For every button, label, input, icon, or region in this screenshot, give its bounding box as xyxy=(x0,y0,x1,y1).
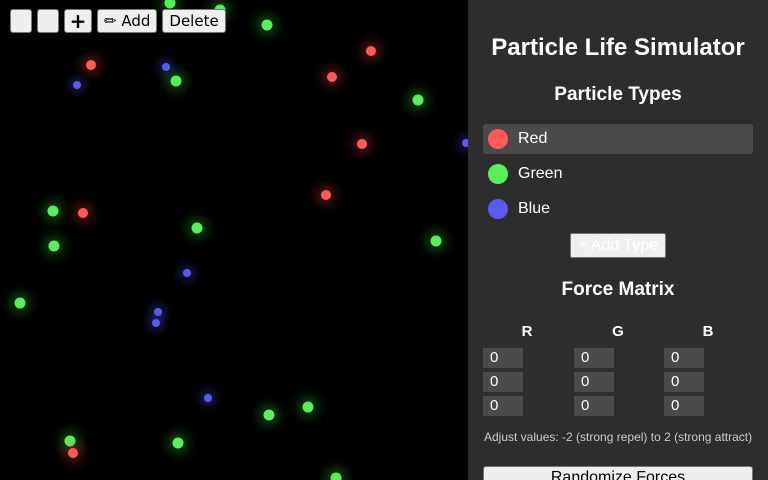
particle-green xyxy=(191,222,203,234)
particle-red xyxy=(78,208,88,218)
matrix-input[interactable] xyxy=(574,348,614,368)
matrix-input[interactable] xyxy=(664,372,704,392)
particle-red xyxy=(366,46,376,56)
type-item-blue[interactable]: Blue xyxy=(483,194,753,224)
particle-green xyxy=(263,409,275,421)
force-hint-text: Adjust values: -2 (strong repel) to 2 (s… xyxy=(484,430,753,444)
matrix-input[interactable] xyxy=(483,348,523,368)
type-item-red[interactable]: Red xyxy=(483,124,753,154)
particle-green xyxy=(47,205,59,217)
randomize-forces-button[interactable]: Randomize Forces xyxy=(483,466,753,480)
particle-types-heading: Particle Types xyxy=(554,84,682,105)
matrix-input[interactable] xyxy=(483,372,523,392)
force-matrix-heading: Force Matrix xyxy=(561,279,675,300)
toolbar: + ✏ Add Delete xyxy=(10,9,226,33)
particle-green xyxy=(170,75,182,87)
matrix-column-header: B xyxy=(702,323,714,340)
matrix-input[interactable] xyxy=(574,396,614,416)
add-mode-label: ✏ Add xyxy=(104,12,151,30)
color-swatch-icon xyxy=(488,199,508,219)
type-label: Green xyxy=(518,165,563,182)
add-particles-button[interactable]: + xyxy=(64,9,92,33)
matrix-column-header: R xyxy=(521,323,533,340)
type-item-green[interactable]: Green xyxy=(483,159,753,189)
control-panel: Particle Life Simulator Particle Types R… xyxy=(468,0,768,480)
particle-green xyxy=(261,19,273,31)
matrix-input[interactable] xyxy=(574,372,614,392)
type-label: Blue xyxy=(518,200,551,217)
particle-green xyxy=(48,240,60,252)
particle-blue xyxy=(204,394,212,402)
delete-mode-button[interactable]: Delete xyxy=(162,9,226,33)
particle-red xyxy=(68,448,78,458)
delete-mode-label: Delete xyxy=(169,12,219,30)
add-type-button[interactable]: + Add Type xyxy=(570,233,666,258)
particle-red xyxy=(86,60,96,70)
particle-red xyxy=(321,190,331,200)
reset-button[interactable] xyxy=(37,9,59,33)
color-swatch-icon xyxy=(488,164,508,184)
particle-green xyxy=(172,437,184,449)
particle-red xyxy=(327,72,337,82)
type-label: Red xyxy=(518,130,548,147)
color-swatch-icon xyxy=(488,129,508,149)
app-title: Particle Life Simulator xyxy=(491,34,745,61)
add-mode-button[interactable]: ✏ Add xyxy=(97,9,158,33)
matrix-input[interactable] xyxy=(483,396,523,416)
matrix-column-header: G xyxy=(612,323,624,340)
particle-blue xyxy=(152,319,160,327)
particle-green xyxy=(330,472,342,480)
simulation-canvas[interactable]: + ✏ Add Delete xyxy=(0,0,468,480)
pause-button[interactable] xyxy=(10,9,32,33)
particle-green xyxy=(430,235,442,247)
particle-green xyxy=(14,297,26,309)
matrix-input[interactable] xyxy=(664,348,704,368)
particle-green xyxy=(412,94,424,106)
particle-green xyxy=(164,0,176,9)
particle-green xyxy=(64,435,76,447)
particle-green xyxy=(302,401,314,413)
plus-icon: + xyxy=(69,9,87,33)
particle-blue xyxy=(183,269,191,277)
particle-blue xyxy=(154,308,162,316)
particle-blue xyxy=(73,81,81,89)
particle-red xyxy=(357,139,367,149)
particle-blue xyxy=(162,63,170,71)
matrix-input[interactable] xyxy=(664,396,704,416)
